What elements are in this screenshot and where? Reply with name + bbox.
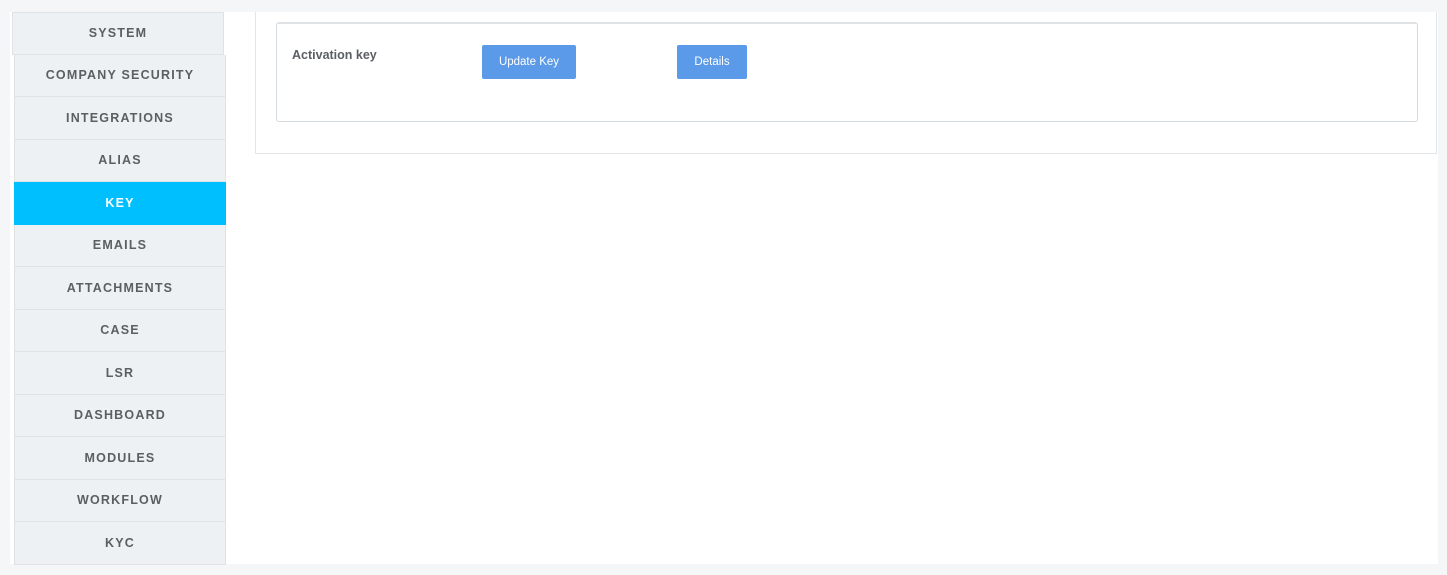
sidebar-item-integrations[interactable]: INTEGRATIONS [14, 97, 226, 140]
sidebar-item-company-security[interactable]: COMPANY SECURITY [14, 54, 226, 97]
update-key-button[interactable]: Update Key [482, 45, 576, 79]
sidebar-item-kyc[interactable]: KYC [14, 522, 226, 565]
sidebar-item-system[interactable]: SYSTEM [12, 12, 224, 55]
sidebar-item-modules[interactable]: MODULES [14, 437, 226, 480]
page: SYSTEM COMPANY SECURITY INTEGRATIONS ALI… [0, 0, 1447, 575]
sidebar-item-attachments[interactable]: ATTACHMENTS [14, 267, 226, 310]
sidebar-item-case[interactable]: CASE [14, 309, 226, 352]
activation-key-section: Activation key Update Key Details [276, 22, 1418, 122]
settings-sidebar: SYSTEM COMPANY SECURITY INTEGRATIONS ALI… [12, 12, 226, 565]
key-settings-card: Activation key Update Key Details [255, 12, 1437, 154]
sidebar-item-key[interactable]: KEY [14, 182, 226, 225]
sidebar-item-workflow[interactable]: WORKFLOW [14, 479, 226, 522]
activation-key-label: Activation key [292, 48, 377, 62]
sidebar-item-alias[interactable]: ALIAS [14, 139, 226, 182]
sidebar-item-emails[interactable]: EMAILS [14, 224, 226, 267]
sidebar-item-lsr[interactable]: LSR [14, 352, 226, 395]
sidebar-item-dashboard[interactable]: DASHBOARD [14, 394, 226, 437]
details-button[interactable]: Details [677, 45, 747, 79]
